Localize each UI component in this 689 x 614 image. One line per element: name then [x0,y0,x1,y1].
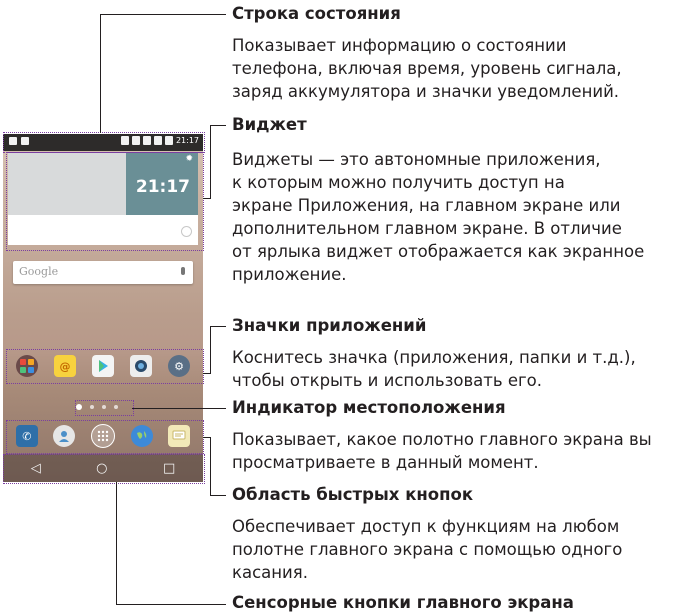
app-icons-title: Значки приложений [232,316,427,335]
leader-line [210,125,226,126]
leader-line [210,437,211,496]
leader-line [203,373,211,374]
leader-line [203,437,211,438]
callout-box-app-icons [6,349,204,384]
leader-line [210,326,211,374]
callout-box-quick-keys [6,420,204,454]
quick-keys-description: Обеспечивает доступ к функциям на любом … [232,515,622,584]
text-line: Показывает, какое полотно главного экран… [232,430,652,449]
text-line: экране Приложения, на главном экране или [232,196,621,215]
text-line: Виджеты — это автономные приложения, [232,150,601,169]
leader-line [203,198,211,199]
leader-line [132,408,226,409]
search-logo: Google [19,265,59,278]
leader-line [116,604,226,605]
leader-line [210,326,226,327]
text-line: дополнительном главном экране. В отличие [232,219,622,238]
quick-keys-title: Область быстрых кнопок [232,485,474,504]
leader-line [100,14,101,133]
text-line: Показывает информацию о состоянии [232,36,567,55]
status-bar-description: Показывает информацию о состоянии телефо… [232,34,622,103]
text-line: просматриваете в данный момент. [232,453,539,472]
leader-line [210,125,211,198]
text-line: приложение. [232,265,347,284]
touch-buttons-title: Сенсорные кнопки главного экрана [232,593,574,612]
callout-box-touch-buttons [3,454,205,484]
page-indicator-description: Показывает, какое полотно главного экран… [232,428,652,474]
mic-icon[interactable] [181,267,185,275]
text-line: телефона, включая время, уровень сигнала… [232,59,622,78]
text-line: чтобы открыть и использовать его. [232,371,543,390]
widget-title: Виджет [232,115,307,134]
text-line: полотне главного экрана с помощью одного [232,540,623,559]
text-line: от ярлыка виджет отображается как экранн… [232,242,645,261]
app-icons-description: Коснитесь значка (приложения, папки и т.… [232,346,636,392]
status-bar-title: Строка состояния [232,4,401,23]
text-line: касания. [232,563,308,582]
leader-line [210,495,226,496]
text-line: заряд аккумулятора и значки уведомлений. [232,82,620,101]
search-widget[interactable]: Google [13,261,193,284]
text-line: Коснитесь значка (приложения, папки и т.… [232,348,636,367]
leader-line [116,482,117,605]
page-indicator-title: Индикатор местоположения [232,398,506,417]
text-line: Обеспечивает доступ к функциям на любом [232,517,620,536]
callout-box-widget [6,152,204,251]
widget-description: Виджеты — это автономные приложения, к к… [232,148,644,286]
leader-line [100,14,226,15]
callout-box-status-bar [3,132,205,153]
callout-box-page-indicator [75,400,134,416]
text-line: к которым можно получить доступ на [232,173,565,192]
